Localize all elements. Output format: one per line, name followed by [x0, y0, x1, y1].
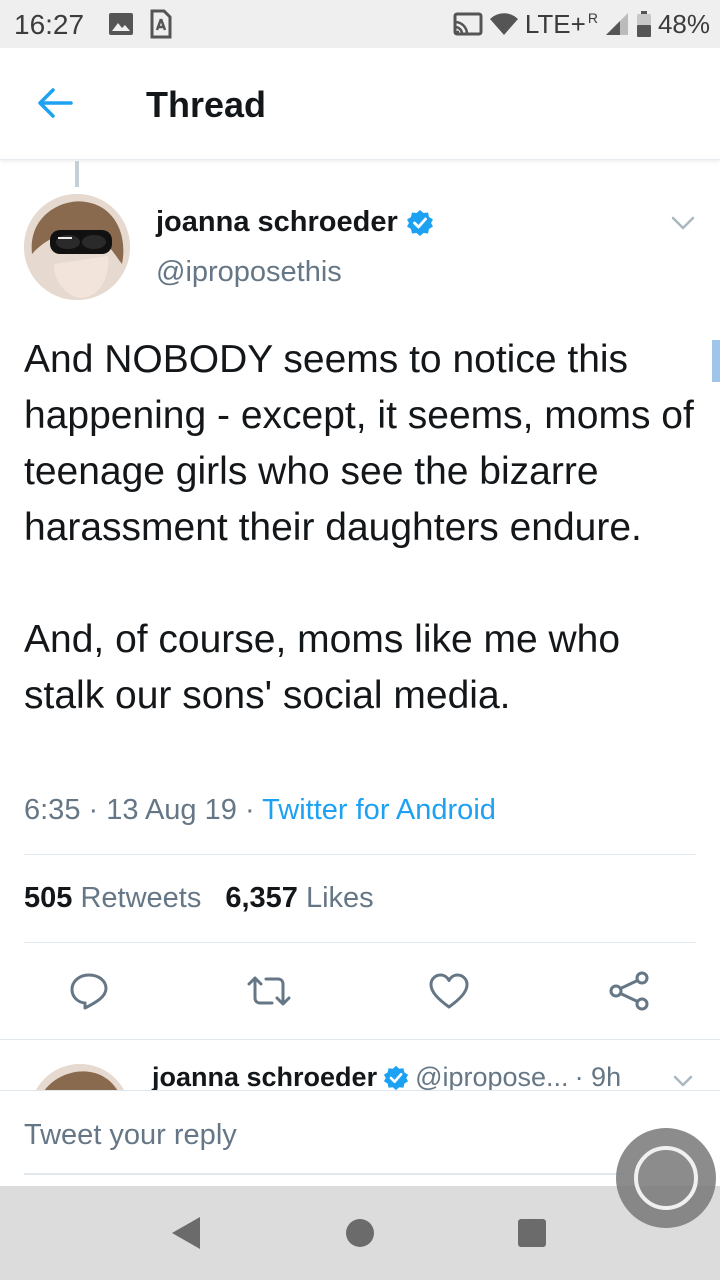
tweet-text: And NOBODY seems to notice this happenin… [24, 338, 694, 717]
recents-square-icon [518, 1219, 546, 1247]
next-tweet-header: joanna schroeder @ipropose... · 9h [152, 1062, 621, 1090]
page-title: Thread [146, 84, 267, 125]
likes-count: 6,357 [225, 882, 298, 914]
retweets-count: 505 [24, 882, 73, 914]
wifi-icon [489, 13, 518, 35]
nav-home-button[interactable] [335, 1208, 385, 1258]
avatar[interactable] [30, 1064, 130, 1090]
avatar-image [30, 1064, 130, 1090]
sim-icon [150, 9, 172, 39]
divider [24, 854, 696, 855]
battery-percent: 48% [657, 8, 710, 39]
status-bar: 16:27 LTE+ R 48% [0, 0, 720, 48]
share-button[interactable] [606, 968, 652, 1014]
retweets-stat[interactable]: 505 Retweets [24, 882, 201, 915]
avatar[interactable] [24, 194, 130, 300]
tweet-time: 6:35 [24, 794, 81, 826]
author-name: joanna schroeder [152, 1062, 378, 1090]
author-name: joanna schroeder [156, 206, 398, 238]
avatar-image [24, 194, 130, 300]
author-name-row[interactable]: joanna schroeder [156, 206, 434, 239]
triangle-back-icon [172, 1217, 200, 1249]
arrow-left-icon [38, 88, 73, 118]
roaming-label: R [587, 10, 598, 26]
floating-assist-button[interactable] [616, 1128, 716, 1228]
tweet-age: · 9h [574, 1062, 622, 1090]
nav-recents-button[interactable] [507, 1208, 557, 1258]
network-label: LTE+ [524, 8, 586, 39]
likes-stat[interactable]: 6,357 Likes [225, 882, 373, 915]
tweet-source-link[interactable]: Twitter for Android [262, 794, 496, 826]
tweet-meta: 6:35 · 13 Aug 19 · Twitter for Android [24, 794, 496, 827]
reply-icon [70, 973, 108, 1010]
tweet-stats: 505 Retweets 6,357 Likes [24, 882, 374, 915]
divider [24, 942, 696, 943]
chevron-down-icon[interactable] [670, 212, 696, 234]
chevron-down-icon[interactable] [672, 1072, 694, 1090]
verified-badge-icon [384, 1065, 409, 1090]
author-handle: @ipropose... [415, 1062, 569, 1090]
likes-label: Likes [305, 882, 374, 914]
status-time: 16:27 [14, 9, 85, 40]
cast-icon [453, 12, 483, 36]
meta-separator: · [88, 794, 99, 826]
reply-input[interactable]: Tweet your reply [24, 1119, 237, 1152]
author-handle[interactable]: @iproposethis [156, 256, 342, 289]
back-button[interactable] [30, 78, 80, 128]
like-icon [429, 973, 469, 1009]
retweets-label: Retweets [80, 882, 202, 914]
thread-connector [75, 161, 79, 187]
image-icon [109, 13, 133, 35]
signal-icon [605, 13, 628, 35]
battery-icon [636, 11, 651, 37]
share-icon [609, 971, 649, 1011]
nav-back-button[interactable] [162, 1208, 212, 1258]
scrollbar[interactable] [712, 340, 720, 382]
meta-separator: · [244, 794, 255, 826]
like-button[interactable] [426, 968, 472, 1014]
retweet-icon [247, 976, 291, 1006]
app-header: Thread [0, 48, 720, 160]
home-circle-icon [346, 1219, 374, 1247]
tweet-date: 13 Aug 19 [106, 794, 237, 826]
status-right: LTE+ R 48% [453, 8, 710, 40]
reply-button[interactable] [66, 968, 112, 1014]
retweet-button[interactable] [246, 968, 292, 1014]
verified-badge-icon [406, 209, 433, 236]
tweet-actions [0, 962, 720, 1022]
circle-icon [634, 1146, 698, 1210]
reply-bar: Tweet your reply [0, 1090, 720, 1186]
next-tweet[interactable]: joanna schroeder @ipropose... · 9h [0, 1040, 720, 1090]
system-nav-bar [0, 1186, 720, 1280]
reply-underline [24, 1173, 624, 1175]
